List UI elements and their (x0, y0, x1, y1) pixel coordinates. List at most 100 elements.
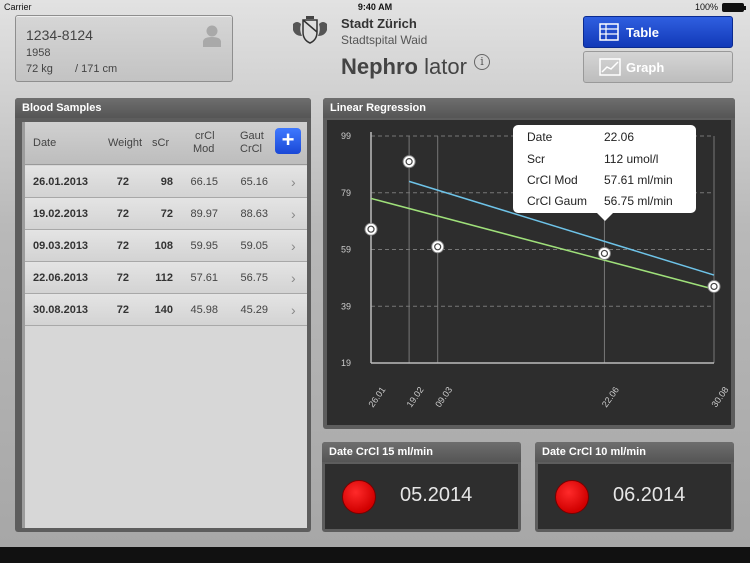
crcl15-status-dot (342, 480, 376, 514)
x-tick-label: 19.02 (405, 385, 426, 409)
table-row[interactable]: 19.02.2013 72 72 89.97 88.63 › (25, 198, 307, 230)
y-tick-label: 39 (341, 301, 351, 311)
graph-icon (599, 58, 621, 76)
crcl10-status-dot (555, 480, 589, 514)
col-weight: Weight (108, 137, 143, 149)
chart-tooltip: Date 22.06 Scr 112 umol/l CrCl Mod 57.61… (513, 125, 696, 221)
city-coat-of-arms-logo (293, 16, 327, 44)
col-scr: sCr (152, 137, 170, 149)
tooltip-crcl-gaum-value: 56.75 ml/min (604, 194, 673, 208)
row-weight: 72 (116, 272, 129, 284)
crcl10-panel: Date CrCl 10 ml/min 06.2014 (535, 442, 734, 532)
tooltip-date-value: 22.06 (604, 130, 635, 144)
city-name: Stadt Zürich (341, 16, 417, 31)
chevron-right-icon: › (291, 174, 296, 190)
row-weight: 72 (116, 176, 129, 188)
patient-birth-year: 1958 (26, 47, 51, 59)
table-row[interactable]: 30.08.2013 72 140 45.98 45.29 › (25, 294, 307, 326)
crcl10-body: 06.2014 (538, 464, 731, 529)
data-point (402, 155, 416, 169)
col-gaut-line2: CrCl (240, 143, 262, 155)
linear-regression-title: Linear Regression (323, 98, 735, 118)
row-date: 19.02.2013 (33, 208, 89, 220)
table-row[interactable]: 22.06.2013 72 112 57.61 56.75 › (25, 262, 307, 294)
bottom-strip (0, 547, 750, 563)
row-gaut-crcl: 65.16 (240, 176, 268, 188)
chevron-right-icon: › (291, 270, 296, 286)
row-scr: 72 (160, 208, 173, 220)
data-point (597, 246, 611, 260)
x-tick-label: 09.03 (433, 385, 454, 409)
graph-view-button[interactable]: Graph (583, 51, 733, 83)
patient-id: 1234-8124 (26, 27, 93, 43)
blood-samples-table: Date Weight sCr crCl Mod Gaut CrCl + 26.… (22, 122, 307, 528)
row-scr: 112 (155, 272, 173, 284)
patient-card[interactable]: 1234-8124 1958 72 kg / 171 cm (15, 15, 233, 82)
y-tick-label: 19 (341, 358, 351, 368)
add-sample-button[interactable]: + (275, 128, 301, 154)
tooltip-scr-value: 112 umol/l (604, 152, 659, 166)
row-weight: 72 (116, 240, 129, 252)
tooltip-scr-label: Scr (527, 152, 545, 166)
y-tick-label: 99 (341, 131, 351, 141)
patient-weight: 72 kg (26, 63, 53, 75)
y-tick-label: 59 (341, 245, 351, 255)
table-row[interactable]: 09.03.2013 72 108 59.95 59.05 › (25, 230, 307, 262)
info-icon[interactable]: i (474, 54, 490, 70)
row-crcl-mod: 89.97 (190, 208, 218, 220)
col-gaut-line1: Gaut (240, 130, 264, 142)
tooltip-crcl-mod-label: CrCl Mod (527, 173, 578, 187)
crcl15-date: 05.2014 (400, 484, 473, 506)
row-crcl-mod: 66.15 (190, 176, 218, 188)
x-tick-label: 22.06 (600, 385, 621, 409)
row-crcl-mod: 59.95 (190, 240, 218, 252)
clock: 9:40 AM (357, 2, 393, 12)
status-bar: Carrier 9:40 AM 100% (0, 0, 750, 14)
crcl10-date: 06.2014 (613, 484, 686, 506)
tooltip-crcl-gaum-label: CrCl Gaum (527, 194, 588, 208)
row-crcl-mod: 45.98 (190, 304, 218, 316)
person-icon (203, 25, 221, 47)
crcl15-panel: Date CrCl 15 ml/min 05.2014 (322, 442, 521, 532)
data-point (707, 279, 721, 293)
table-header: Date Weight sCr crCl Mod Gaut CrCl + (25, 122, 307, 165)
row-scr: 98 (160, 176, 173, 188)
row-gaut-crcl: 45.29 (240, 304, 268, 316)
x-tick-label: 26.01 (366, 385, 387, 409)
col-date: Date (33, 137, 57, 149)
crcl15-body: 05.2014 (325, 464, 518, 529)
row-crcl-mod: 57.61 (190, 272, 218, 284)
battery-percentage: 100% (694, 2, 718, 12)
tooltip-crcl-mod-value: 57.61 ml/min (604, 173, 673, 187)
col-crcl-mod-line2: Mod (193, 143, 215, 155)
y-tick-label: 79 (341, 188, 351, 198)
table-row[interactable]: 26.01.2013 72 98 66.15 65.16 › (25, 166, 307, 198)
table-view-button[interactable]: Table (583, 16, 733, 48)
row-gaut-crcl: 88.63 (240, 208, 268, 220)
chevron-right-icon: › (291, 302, 296, 318)
row-date: 26.01.2013 (33, 176, 89, 188)
tooltip-date-label: Date (527, 130, 553, 144)
crcl10-title: Date CrCl 10 ml/min (535, 442, 734, 462)
table-view-label: Table (626, 25, 659, 40)
app-title: Nephro lator (341, 54, 467, 80)
battery-icon (722, 3, 746, 12)
row-date: 09.03.2013 (33, 240, 89, 252)
row-scr: 140 (154, 304, 173, 316)
blood-samples-title: Blood Samples (15, 98, 311, 118)
table-icon (599, 23, 619, 41)
row-gaut-crcl: 59.05 (240, 240, 268, 252)
row-weight: 72 (116, 304, 129, 316)
app-title-bold: Nephro (341, 54, 418, 79)
row-weight: 72 (116, 208, 129, 220)
crcl15-title: Date CrCl 15 ml/min (322, 442, 521, 462)
patient-height: / 171 cm (75, 63, 118, 75)
data-point (431, 240, 445, 254)
app-title-rest: lator (424, 54, 467, 79)
chevron-right-icon: › (291, 238, 296, 254)
row-date: 22.06.2013 (33, 272, 89, 284)
row-gaut-crcl: 56.75 (240, 272, 268, 284)
data-point (364, 222, 378, 236)
graph-view-label: Graph (626, 60, 665, 75)
row-date: 30.08.2013 (33, 304, 89, 316)
